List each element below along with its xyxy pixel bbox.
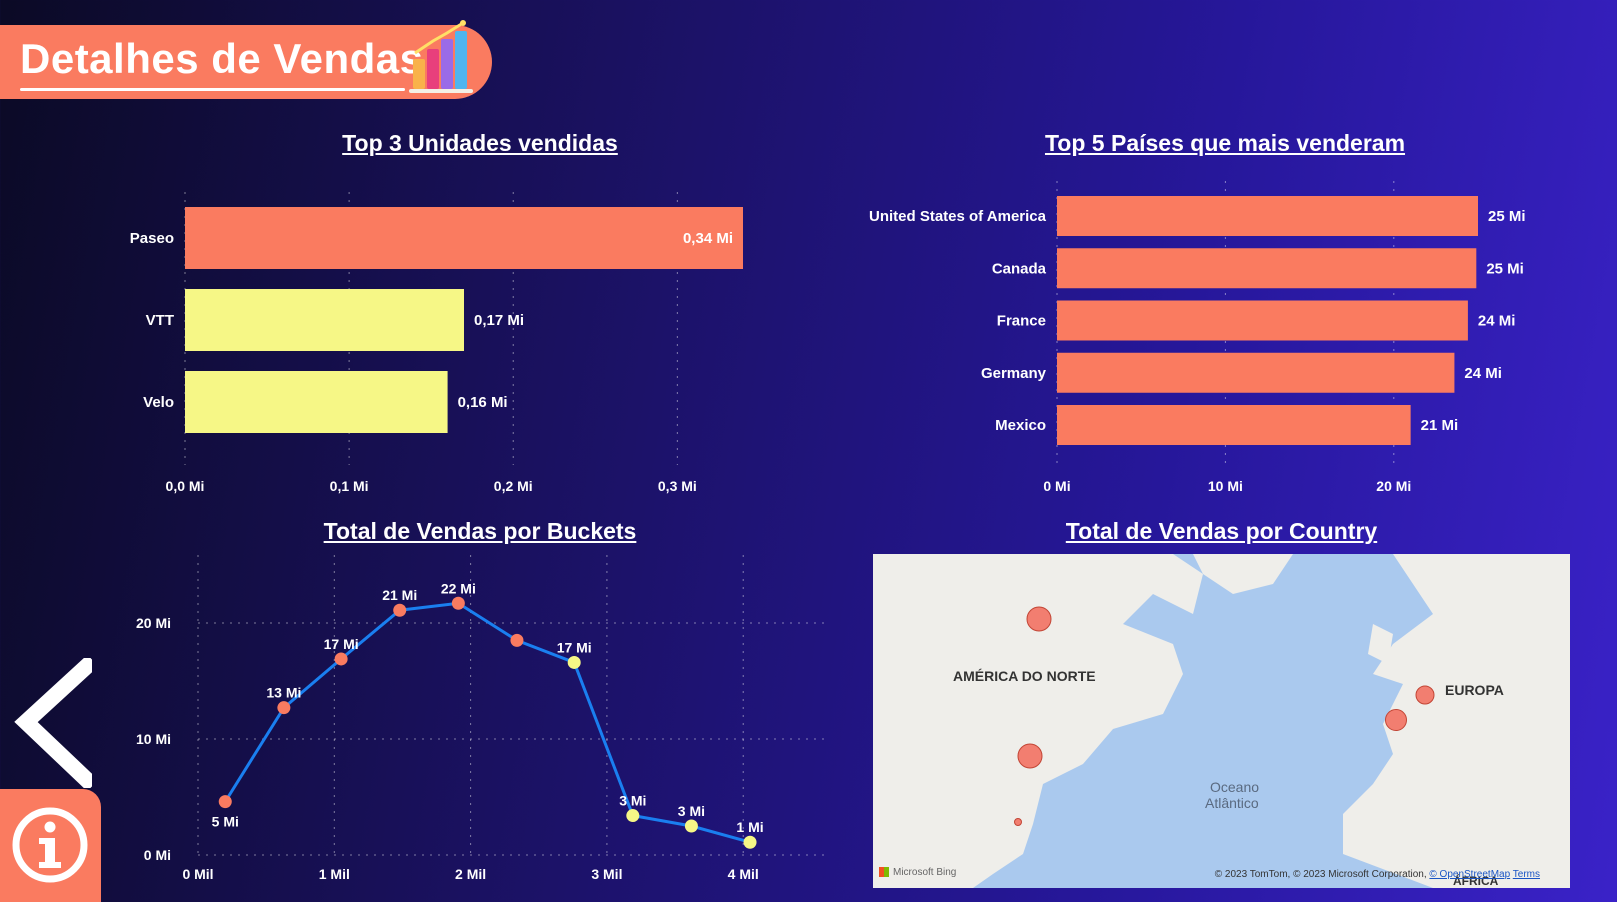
category-label: France — [997, 313, 1046, 330]
x-tick-label: 0,1 Mi — [330, 478, 369, 494]
x-tick-label: 4 Mil — [728, 866, 759, 882]
bar-chart-icon — [409, 20, 473, 93]
x-tick-label: 1 Mil — [319, 866, 350, 882]
info-icon — [12, 807, 88, 883]
map-bubble-mexico[interactable] — [1014, 818, 1022, 826]
bing-logo: Microsoft Bing — [879, 867, 956, 878]
osm-link[interactable]: © OpenStreetMap — [1429, 869, 1510, 880]
bar — [185, 207, 743, 269]
x-tick-label: 0,3 Mi — [658, 478, 697, 494]
category-label: Mexico — [995, 417, 1046, 434]
sales-map[interactable]: AMÉRICA DO NORTE EUROPA Oceano Atlântico… — [873, 554, 1570, 888]
bar — [1057, 248, 1477, 289]
category-label: Velo — [143, 394, 174, 411]
map-bubbles — [1014, 606, 1435, 826]
map-bubble-germany[interactable] — [1415, 685, 1435, 705]
category-label: Paseo — [130, 230, 174, 247]
x-tick-label: 0 Mil — [182, 866, 213, 882]
data-point — [334, 652, 348, 666]
data-label: 17 Mi — [557, 639, 592, 655]
x-tick-label: 0,0 Mi — [166, 478, 205, 494]
buckets-chart-title: Total de Vendas por Buckets — [323, 518, 637, 544]
data-point — [684, 819, 698, 833]
x-tick-label: 2 Mil — [455, 866, 486, 882]
x-tick-label: 0,2 Mi — [494, 478, 533, 494]
data-label: 17 Mi — [324, 636, 359, 652]
data-label: 5 Mi — [212, 814, 239, 830]
microsoft-logo-icon — [879, 867, 889, 878]
data-point — [626, 809, 640, 823]
map-bubble-canada[interactable] — [1026, 606, 1052, 632]
map-attribution: © 2023 TomTom, © 2023 Microsoft Corporat… — [1215, 869, 1540, 880]
series-line — [223, 601, 751, 844]
buckets-line-chart: 0 Mi 10 Mi 20 Mi 0 Mil 1 Mil 2 Mil 3 Mil 4 Mil 5… — [136, 555, 825, 882]
map-title: Total de Vendas por Country — [1065, 518, 1378, 544]
data-label: 0,17 Mi — [474, 312, 524, 329]
data-label: 22 Mi — [441, 580, 476, 596]
x-tick-label: 0 Mi — [1043, 478, 1070, 494]
page-title: Detalhes de Vendas — [20, 35, 424, 82]
data-label: 25 Mi — [1488, 208, 1526, 225]
data-label: 24 Mi — [1464, 365, 1502, 382]
bar — [185, 289, 464, 351]
data-label: 0,34 Mi — [683, 230, 733, 247]
bar — [185, 371, 448, 433]
bar — [1057, 405, 1411, 445]
data-point — [218, 795, 232, 809]
map-attribution-text: © 2023 TomTom, © 2023 Microsoft Corporat… — [1214, 869, 1430, 880]
x-tick-label: 20 Mi — [1376, 478, 1411, 494]
info-button[interactable] — [0, 789, 101, 902]
countries-chart-title: Top 5 Países que mais venderam — [1044, 130, 1406, 156]
buckets-chart-panel: Total de Vendas por Buckets 0 Mi 10 Mi 20 … — [110, 515, 850, 895]
data-point — [743, 835, 757, 849]
data-point — [451, 596, 465, 610]
data-label: 3 Mi — [678, 803, 705, 819]
x-tick-label: 3 Mil — [591, 866, 622, 882]
countries-chart-panel: Top 5 Países que mais venderam 0 Mi 10 Mi… — [855, 125, 1595, 495]
map-bubble-france[interactable] — [1385, 709, 1407, 731]
bar — [1057, 196, 1478, 236]
data-label: 24 Mi — [1478, 313, 1516, 330]
countries-bar-chart: 0 Mi 10 Mi 20 Mi United States of America 25… — [869, 181, 1526, 494]
category-label: United States of America — [869, 208, 1047, 225]
data-label: 21 Mi — [1421, 417, 1459, 434]
x-tick-label: 10 Mi — [1208, 478, 1243, 494]
category-label: VTT — [146, 312, 174, 329]
y-tick-label: 0 Mi — [144, 847, 171, 863]
back-arrow-icon[interactable] — [12, 658, 92, 788]
data-point — [393, 603, 407, 617]
category-label: Canada — [992, 260, 1047, 277]
units-bar-chart: 0,0 Mi 0,1 Mi 0,2 Mi 0,3 Mi Paseo 0,34 Mi VTT 0… — [130, 192, 743, 494]
units-chart-panel: Top 3 Unidades vendidas 0,0 Mi 0,1 Mi 0,2 … — [110, 125, 850, 495]
data-point — [567, 655, 581, 669]
title-underline — [20, 88, 405, 91]
data-label: 25 Mi — [1486, 260, 1524, 277]
units-chart-title: Top 3 Unidades vendidas — [342, 130, 618, 156]
data-point — [510, 633, 524, 647]
terms-link[interactable]: Terms — [1513, 869, 1540, 880]
y-tick-label: 10 Mi — [136, 731, 171, 747]
data-label: 13 Mi — [266, 685, 301, 701]
data-label: 0,16 Mi — [458, 394, 508, 411]
header-banner: Detalhes de Vendas — [0, 20, 492, 99]
data-label: 1 Mi — [736, 819, 763, 835]
data-label: 21 Mi — [382, 587, 417, 603]
bar — [1057, 300, 1468, 341]
data-label: 3 Mi — [619, 793, 646, 809]
category-label: Germany — [981, 365, 1047, 382]
bar — [1057, 352, 1455, 393]
map-bubble-usa[interactable] — [1017, 743, 1043, 769]
data-point — [277, 701, 291, 715]
y-tick-label: 20 Mi — [136, 615, 171, 631]
